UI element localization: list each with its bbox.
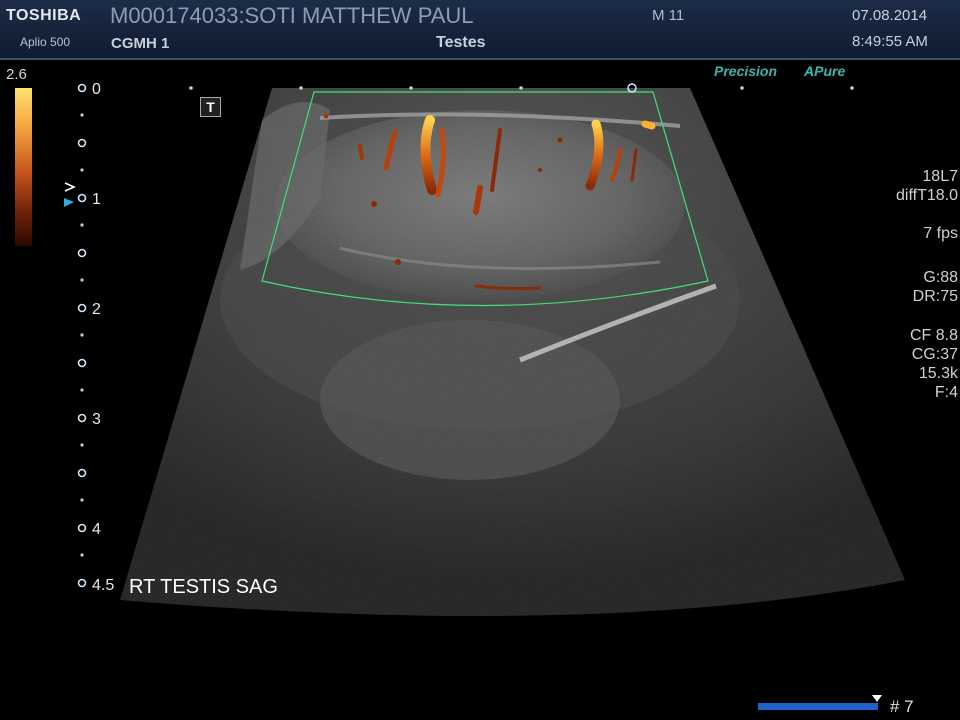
depth-label-2: 2: [92, 301, 101, 318]
ultrasound-image: 0 1 2 3 4 4.5: [64, 81, 905, 616]
precision-logo: Precision: [714, 63, 778, 79]
bmode-field: [120, 88, 905, 616]
depth-label-4: 4: [92, 521, 101, 538]
probe-name: 18L7: [922, 168, 958, 185]
doppler-depth-marker-icon: [64, 198, 74, 207]
color-frequency: CF 8.8: [909, 327, 958, 344]
body-annotation: RT TESTIS SAG: [129, 576, 278, 598]
depth-scale: 0 1 2 3 4 4.5: [64, 81, 114, 594]
frame-number: # 7: [890, 697, 914, 716]
probe-params: 18L7 diffT18.0: [896, 167, 958, 205]
cine-progress-bar[interactable]: [758, 703, 878, 710]
apure-word: Pure: [814, 63, 846, 79]
cine-cursor-icon[interactable]: [872, 695, 882, 702]
gain-value: G:88: [923, 269, 958, 286]
depth-label-1: 1: [92, 191, 101, 208]
focus-marker-icon: [64, 182, 76, 192]
dynamic-range: DR:75: [912, 288, 958, 305]
depth-label-3: 3: [92, 411, 101, 428]
color-gain: CG:37: [911, 346, 958, 363]
prf-value: 15.3k: [918, 365, 958, 382]
depth-label-4-5: 4.5: [92, 577, 114, 594]
color-params: CF 8.8 CG:37 15.3k F:4: [910, 326, 958, 402]
apure-logo: APure: [804, 63, 845, 79]
frame-rate: 7 fps: [923, 225, 958, 242]
bmode-params: G:88 DR:75: [913, 268, 958, 306]
wall-filter: F:4: [934, 384, 958, 401]
apure-a-letter: A: [804, 63, 815, 79]
color-scale-max: 2.6: [6, 66, 27, 83]
frequency: diffT18.0: [896, 187, 958, 204]
tissue-mode-icon: T: [200, 97, 221, 117]
depth-label-0: 0: [92, 81, 101, 98]
color-scale-bar: [15, 88, 32, 246]
